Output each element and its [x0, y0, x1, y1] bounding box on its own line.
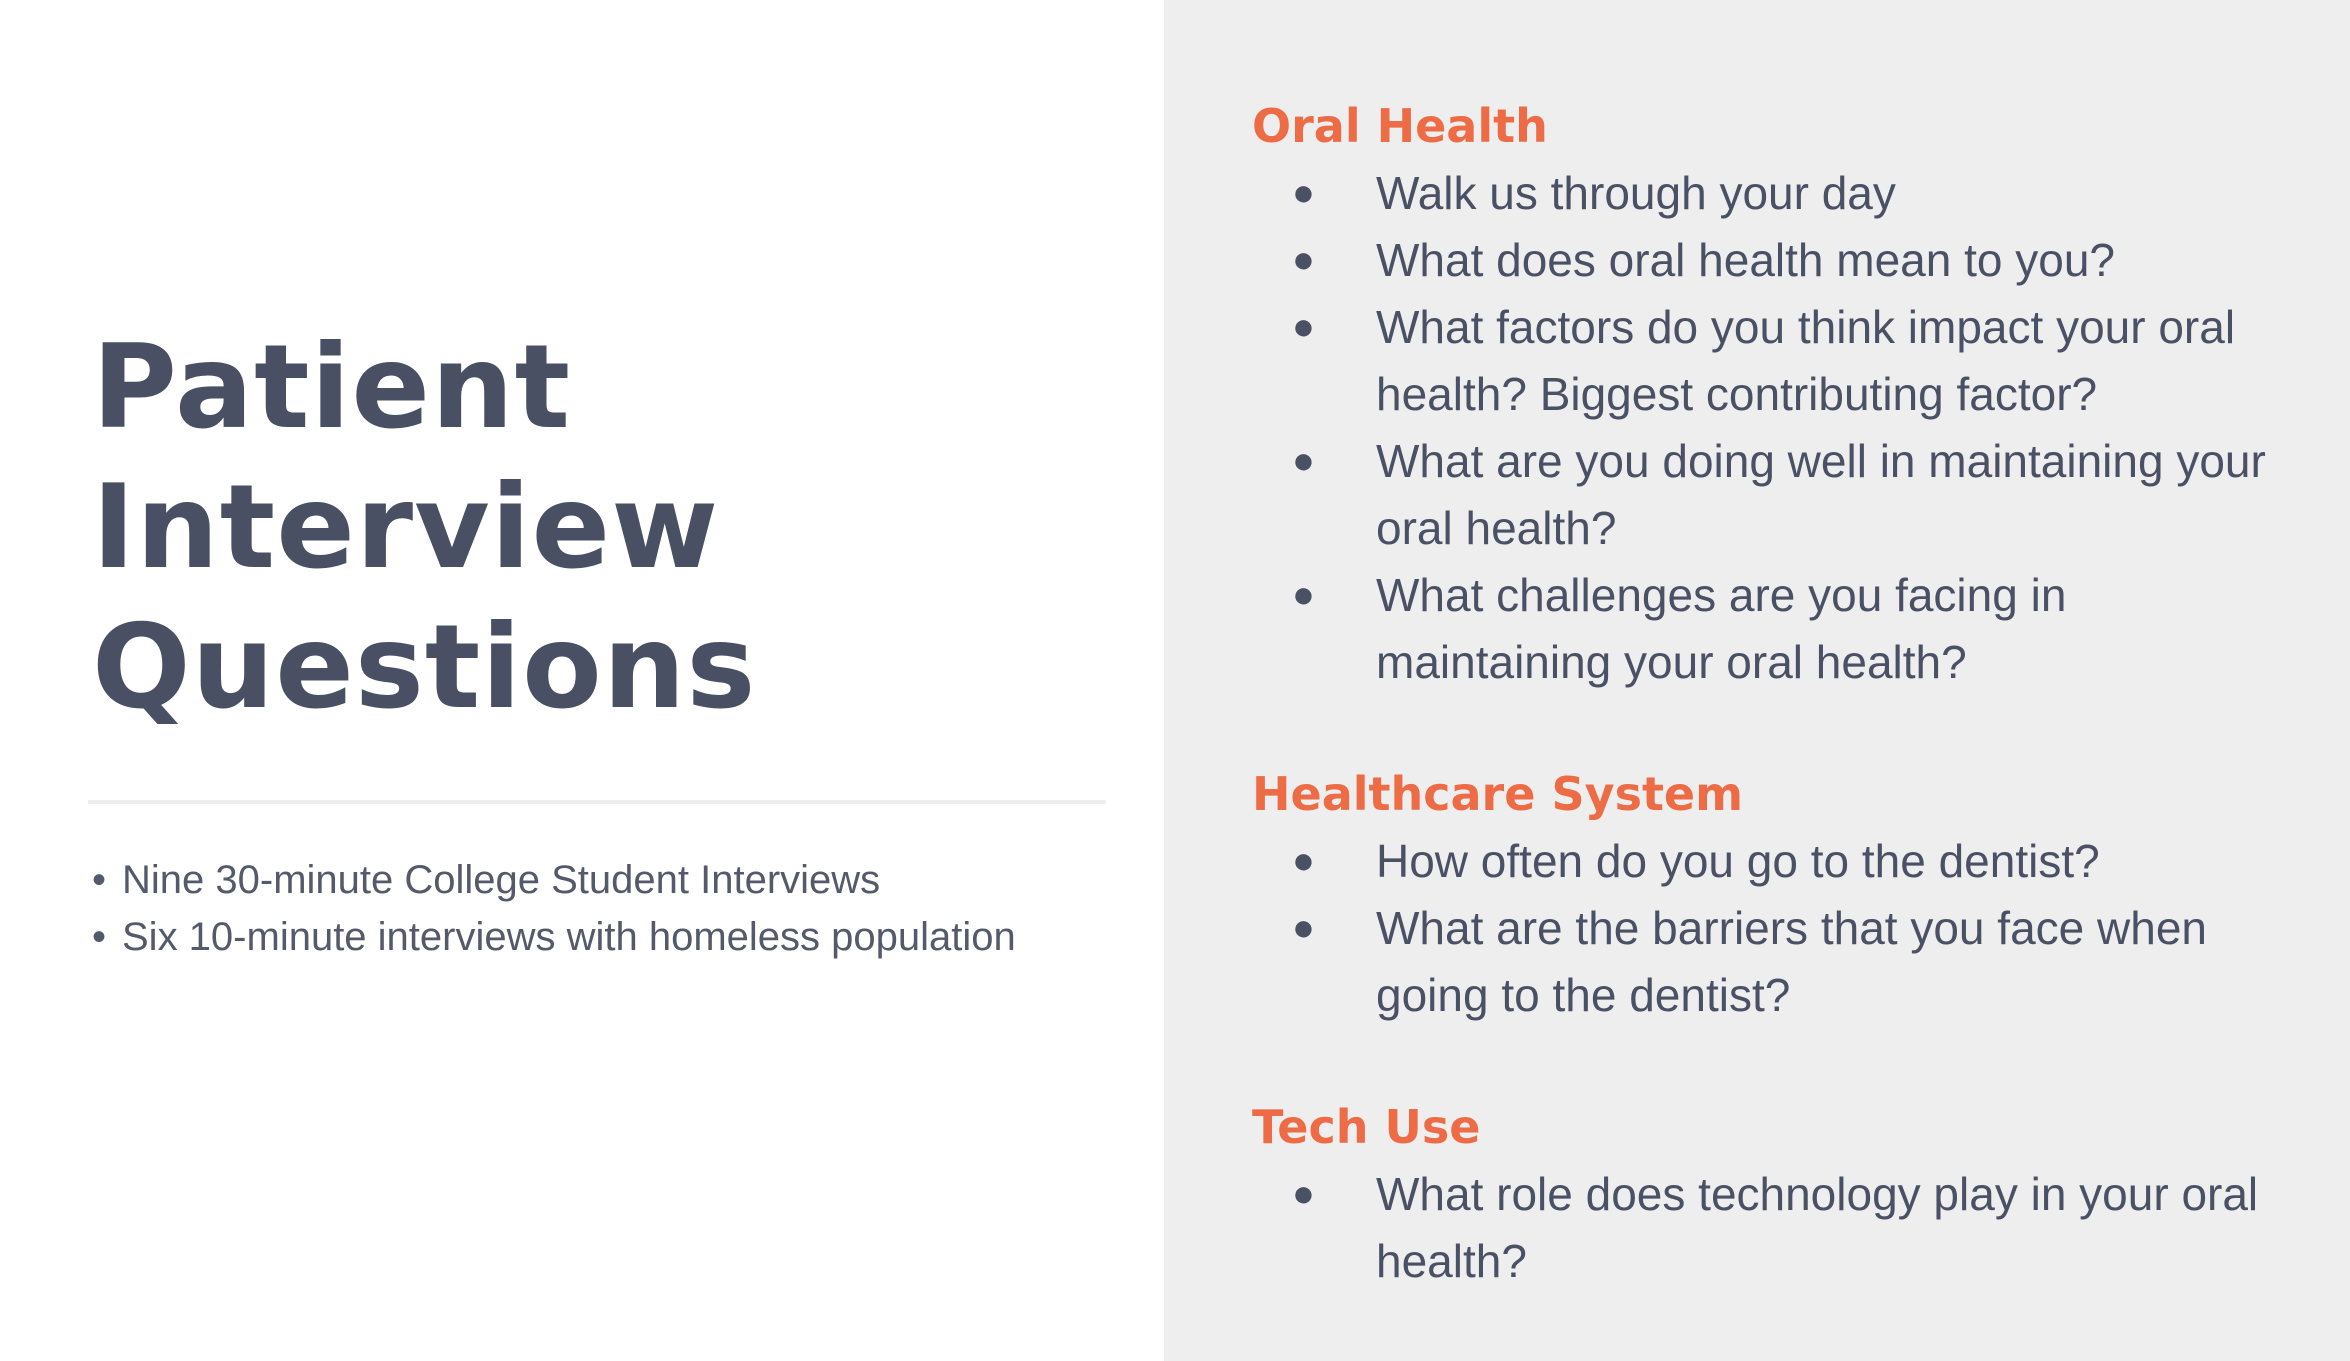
bullet-icon: ●	[1292, 172, 1315, 214]
title-line-2: Interview	[92, 460, 720, 595]
bullet-icon: ●	[1292, 574, 1315, 616]
question-text: What are you doing well in maintaining y…	[1376, 435, 2266, 554]
question-item: ● What are you doing well in maintaining …	[1252, 428, 2312, 562]
question-item: ● What challenges are you facing in maint…	[1252, 562, 2312, 696]
left-panel: Patient Interview Questions • Nine 30-min…	[0, 0, 1164, 1361]
question-text: Walk us through your day	[1376, 167, 1896, 219]
question-text: What does oral health mean to you?	[1376, 234, 2116, 286]
question-item: ● What does oral health mean to you?	[1252, 227, 2312, 294]
question-text: What challenges are you facing in mainta…	[1376, 569, 2067, 688]
title-line-3: Questions	[92, 600, 757, 735]
question-item: ● What are the barriers that you face whe…	[1252, 895, 2312, 1029]
slide: Patient Interview Questions • Nine 30-min…	[0, 0, 2350, 1361]
title-line-1: Patient	[92, 320, 572, 455]
question-text: What are the barriers that you face when…	[1376, 902, 2207, 1021]
section-oral-health: Oral Health ● Walk us through your day ● W…	[1252, 96, 2312, 696]
section-heading: Healthcare System	[1252, 767, 1744, 821]
bullet-icon: ●	[1292, 440, 1315, 482]
question-item: ● How often do you go to the dentist?	[1252, 828, 2312, 895]
question-text: How often do you go to the dentist?	[1376, 835, 2100, 887]
bullet-icon: ●	[1292, 907, 1315, 949]
divider	[88, 800, 1106, 804]
bullet-icon: ●	[1292, 239, 1315, 281]
question-text: What role does technology play in your o…	[1376, 1168, 2259, 1287]
page-title: Patient Interview Questions	[92, 318, 756, 738]
question-text: What factors do you think impact your or…	[1376, 301, 2236, 420]
summary-list: • Nine 30-minute College Student Intervie…	[92, 852, 1016, 966]
bullet-icon: ●	[1292, 840, 1315, 882]
question-list: ● What role does technology play in your …	[1252, 1161, 2312, 1295]
bullet-icon: •	[92, 915, 107, 959]
section-healthcare-system: Healthcare System ● How often do you go t…	[1252, 764, 2312, 1029]
section-tech-use: Tech Use ● What role does technology play…	[1252, 1097, 2312, 1295]
section-heading: Oral Health	[1252, 99, 1548, 153]
question-item: ● What factors do you think impact your o…	[1252, 294, 2312, 428]
question-list: ● Walk us through your day ● What does ora…	[1252, 160, 2312, 696]
summary-item: • Six 10-minute interviews with homeless …	[92, 909, 1016, 966]
question-item: ● What role does technology play in your …	[1252, 1161, 2312, 1295]
summary-item-text: Six 10-minute interviews with homeless p…	[122, 915, 1016, 959]
summary-item: • Nine 30-minute College Student Intervie…	[92, 852, 1016, 909]
question-list: ● How often do you go to the dentist? ● Wh…	[1252, 828, 2312, 1029]
bullet-icon: ●	[1292, 1173, 1315, 1215]
summary-item-text: Nine 30-minute College Student Interview…	[122, 858, 881, 902]
question-item: ● Walk us through your day	[1252, 160, 2312, 227]
section-heading: Tech Use	[1252, 1100, 1481, 1154]
bullet-icon: •	[92, 858, 107, 902]
bullet-icon: ●	[1292, 306, 1315, 348]
